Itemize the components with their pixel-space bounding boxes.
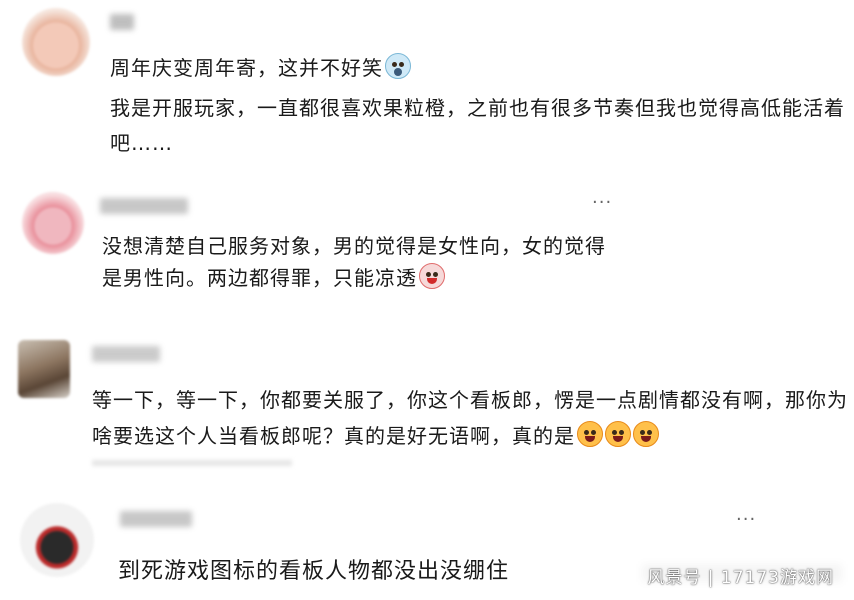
comment-text: 吧……	[110, 131, 173, 155]
comment-text: 等一下，等一下，你都要关服了，你这个看板郎，愣是一点剧情都没有啊，那你为	[92, 388, 848, 412]
comment-text-line: 没想清楚自己服务对象，男的觉得是女性向，女的觉得	[102, 230, 606, 259]
avatar[interactable]	[22, 8, 90, 76]
watermark: 风景号 | 17173游戏网	[647, 568, 834, 588]
avatar[interactable]	[22, 192, 84, 254]
comment-text: 我是开服玩家，一直都很喜欢果粒橙，之前也有很多节奏但我也觉得高低能活着	[110, 96, 845, 120]
username[interactable]	[100, 198, 188, 214]
angry-face-icon	[633, 421, 659, 447]
angry-face-icon	[577, 421, 603, 447]
comment-text: 啥要选这个人当看板郎呢？真的是好无语啊，真的是	[92, 424, 575, 448]
comment-item: 周年庆变周年寄，这并不好笑 我是开服玩家，一直都很喜欢果粒橙，之前也有很多节奏但…	[0, 0, 854, 170]
comment-text-line: 我是开服玩家，一直都很喜欢果粒橙，之前也有很多节奏但我也觉得高低能活着	[110, 92, 845, 121]
comment-text: 到死游戏图标的看板人物都没出没绷住	[118, 559, 510, 584]
comment-text-line: 啥要选这个人当看板郎呢？真的是好无语啊，真的是	[92, 420, 659, 449]
comment-item: ··· 没想清楚自己服务对象，男的觉得是女性向，女的觉得 是男性向。两边都得罪，…	[0, 170, 854, 320]
username[interactable]	[110, 14, 134, 30]
comment-text-line: 吧……	[110, 127, 173, 156]
comment-item: 等一下，等一下，你都要关服了，你这个看板郎，愣是一点剧情都没有啊，那你为 啥要选…	[0, 330, 854, 480]
comment-text-line: 周年庆变周年寄，这并不好笑	[110, 52, 411, 81]
face-screaming-icon	[385, 53, 411, 79]
more-options-icon[interactable]: ···	[736, 509, 756, 530]
angry-face-icon	[605, 421, 631, 447]
comment-text: 周年庆变周年寄，这并不好笑	[110, 56, 383, 80]
comment-text-line: 是男性向。两边都得罪，只能凉透	[102, 262, 445, 291]
comment-text-line: 等一下，等一下，你都要关服了，你这个看板郎，愣是一点剧情都没有啊，那你为	[92, 384, 848, 413]
clown-face-icon	[419, 263, 445, 289]
avatar[interactable]	[18, 340, 70, 398]
username[interactable]	[92, 346, 160, 362]
comment-text: 没想清楚自己服务对象，男的觉得是女性向，女的觉得	[102, 234, 606, 258]
avatar[interactable]	[20, 503, 94, 577]
username[interactable]	[120, 511, 192, 527]
more-options-icon[interactable]: ···	[592, 192, 612, 213]
comment-text-line: 到死游戏图标的看板人物都没出没绷住	[118, 553, 509, 585]
comment-text: 是男性向。两边都得罪，只能凉透	[102, 266, 417, 290]
action-bar	[92, 460, 292, 466]
